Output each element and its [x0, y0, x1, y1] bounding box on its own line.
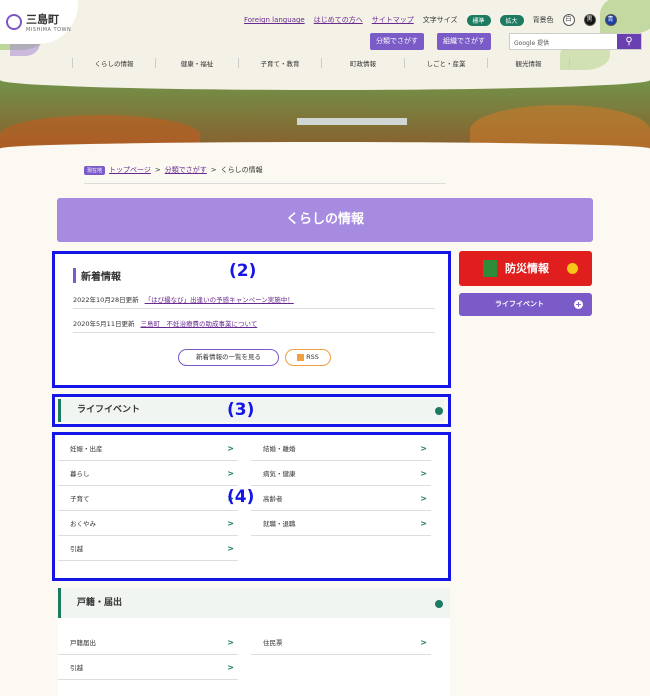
logo-name: 三島町 — [26, 13, 59, 26]
train-bridge — [297, 118, 407, 125]
divider — [84, 183, 446, 184]
rss-label: RSS — [306, 353, 319, 361]
arrow-right-icon — [567, 263, 578, 274]
nav-item-kurashi[interactable]: くらしの情報 — [72, 58, 155, 68]
annotation-3: (3) — [227, 400, 255, 420]
sitemap-link[interactable]: サイトマップ — [372, 15, 414, 25]
chevron-right-icon — [435, 407, 443, 415]
life-event-side-button[interactable]: ライフイベント + — [459, 293, 592, 316]
first-visit-link[interactable]: はじめての方へ — [314, 15, 363, 25]
disaster-info-button[interactable]: 防災情報 — [459, 251, 592, 286]
chevron-right-icon — [435, 600, 443, 608]
annotation-4: (4) — [227, 487, 255, 507]
bg-color-label: 背景色 — [532, 16, 554, 24]
chevron-right-icon: > — [420, 494, 427, 503]
chevron-right-icon: > — [227, 663, 234, 672]
category-item[interactable]: 子育て > — [58, 487, 238, 511]
news-link[interactable]: 「はび撮なび」出逢いの予感キャンペーン実施中！ — [145, 294, 294, 304]
chevron-right-icon: > — [227, 544, 234, 553]
category-item[interactable]: 病気・健康 > — [251, 462, 431, 486]
life-event-side-label: ライフイベント — [495, 300, 544, 308]
breadcrumb-top[interactable]: トップページ — [109, 165, 151, 175]
rss-button[interactable]: RSS — [285, 349, 331, 366]
foreign-language-link[interactable]: Foreign language — [244, 16, 305, 24]
category-item[interactable]: 結婚・離婚 > — [251, 437, 431, 461]
nav-item-health[interactable]: 健康・福祉 — [155, 58, 238, 68]
chevron-right-icon: > — [420, 469, 427, 478]
category-item[interactable]: 引越 > — [58, 537, 238, 561]
breadcrumb: 現在地 トップページ > 分類でさがす > くらしの情報 — [84, 165, 263, 175]
logo-sub: MISHIMA TOWN — [26, 27, 72, 33]
chevron-right-icon: > — [420, 444, 427, 453]
chevron-right-icon: > — [227, 444, 234, 453]
search-input[interactable]: Google 提供 — [510, 34, 617, 49]
search-by-category-button[interactable]: 分類でさがす — [370, 33, 424, 50]
category-item[interactable]: 妊娠・出産 > — [58, 437, 238, 461]
news-link[interactable]: 三島町 不妊治療費の助成事業について — [140, 318, 257, 328]
list-item[interactable]: 住民票 > — [251, 631, 431, 655]
utility-links: Foreign language はじめての方へ サイトマップ 文字サイズ 標準… — [244, 14, 617, 26]
global-nav: くらしの情報 健康・福祉 子育て・教育 町政情報 しごと・産業 観光情報 — [72, 58, 570, 68]
nav-item-work[interactable]: しごと・産業 — [404, 58, 487, 68]
chevron-right-icon: > — [227, 638, 234, 647]
nav-item-tourism[interactable]: 観光情報 — [487, 58, 570, 68]
breadcrumb-category[interactable]: 分類でさがす — [165, 165, 207, 175]
bg-white-button[interactable]: 白 — [562, 14, 575, 26]
emergency-exit-icon — [483, 260, 497, 277]
news-list-button[interactable]: 新着情報の一覧を見る — [178, 349, 279, 366]
news-date: 2020年5月11日更新 — [73, 319, 135, 328]
logo-mark-icon — [6, 14, 22, 30]
category-item[interactable]: 高齢者 > — [251, 487, 431, 511]
hero-image — [0, 70, 650, 155]
category-item[interactable]: おくやみ > — [58, 512, 238, 536]
search-icon[interactable]: ⚲ — [617, 34, 641, 49]
site-search: Google 提供 ⚲ — [509, 33, 642, 50]
list-item[interactable]: 引越 > — [58, 656, 238, 680]
disaster-info-label: 防災情報 — [505, 262, 549, 275]
nav-item-government[interactable]: 町政情報 — [321, 58, 404, 68]
font-size-label: 文字サイズ — [422, 16, 458, 24]
nav-item-childcare[interactable]: 子育て・教育 — [238, 58, 321, 68]
plus-icon: + — [574, 300, 583, 309]
breadcrumb-current: くらしの情報 — [220, 166, 263, 174]
news-item: 2020年5月11日更新 三島町 不妊治療費の助成事業について — [73, 313, 435, 333]
bg-black-button[interactable]: 黒 — [583, 14, 596, 26]
chevron-right-icon: > — [227, 469, 234, 478]
news-date: 2022年10月28日更新 — [73, 295, 139, 304]
list-item[interactable]: 戸籍届出 > — [58, 631, 238, 655]
font-size-standard-button[interactable]: 標準 — [466, 14, 491, 26]
news-heading: 新着情報 — [73, 268, 121, 283]
search-by-org-button[interactable]: 組織でさがす — [437, 33, 491, 50]
category-item[interactable]: 暮らし > — [58, 462, 238, 486]
chevron-right-icon: > — [420, 638, 427, 647]
chevron-right-icon: > — [420, 519, 427, 528]
chevron-right-icon: > — [227, 519, 234, 528]
category-item[interactable]: 就職・退職 > — [251, 512, 431, 536]
annotation-2: (2) — [229, 261, 257, 281]
bg-blue-button[interactable]: 青 — [604, 14, 617, 26]
news-item: 2022年10月28日更新 「はび撮なび」出逢いの予感キャンペーン実施中！ — [73, 289, 435, 309]
page-title: くらしの情報 — [57, 198, 593, 242]
font-size-large-button[interactable]: 拡大 — [499, 14, 524, 26]
current-location-badge: 現在地 — [84, 165, 106, 175]
rss-icon — [297, 353, 305, 361]
koseki-heading[interactable]: 戸籍・届出 — [58, 588, 450, 618]
